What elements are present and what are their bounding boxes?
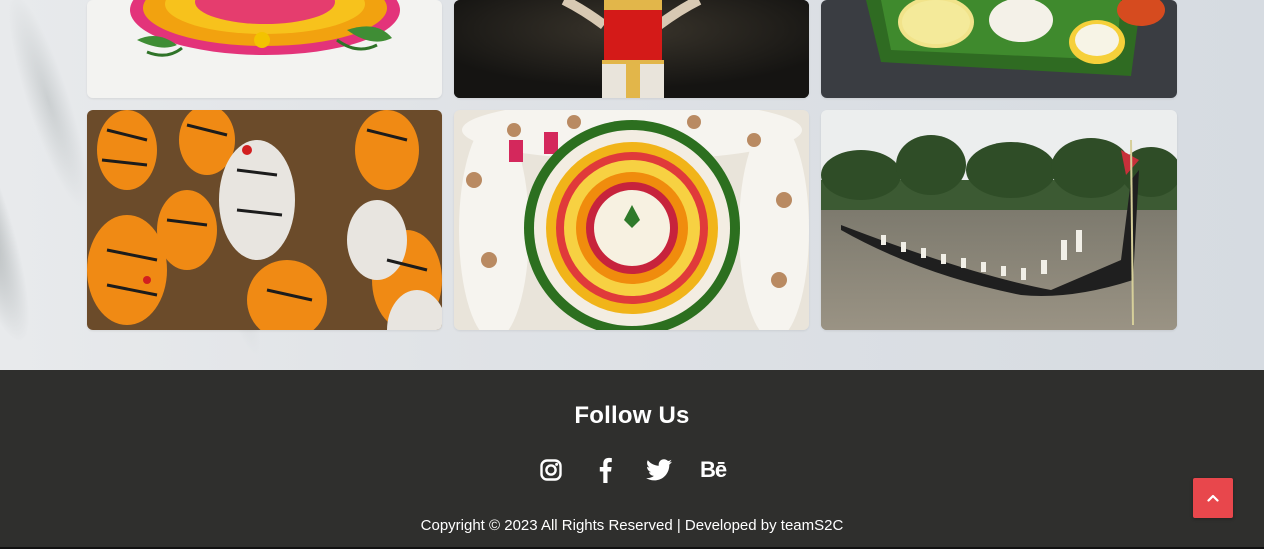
copyright-text: Copyright © 2023 All Rights Reserved | D… bbox=[420, 517, 844, 534]
footer: Follow Us Bē Copyright © 2023 All Rights… bbox=[0, 370, 1264, 549]
chevron-up-icon bbox=[1207, 494, 1219, 502]
instagram-icon bbox=[540, 459, 562, 481]
gallery-image-snake-boat[interactable] bbox=[821, 110, 1177, 330]
gallery-section bbox=[0, 0, 1264, 370]
behance-icon: Bē bbox=[699, 457, 727, 482]
gallery-image-kathakali[interactable] bbox=[454, 0, 809, 98]
gallery-image-pookalam[interactable] bbox=[87, 0, 442, 98]
twitter-icon bbox=[646, 459, 672, 481]
twitter-link[interactable] bbox=[645, 456, 673, 484]
facebook-link[interactable] bbox=[591, 456, 619, 484]
back-to-top-button[interactable] bbox=[1193, 478, 1233, 518]
gallery-image-sadya[interactable] bbox=[821, 0, 1177, 98]
instagram-link[interactable] bbox=[537, 456, 565, 484]
facebook-icon bbox=[599, 457, 612, 483]
gallery-image-pulikali[interactable] bbox=[87, 110, 442, 330]
gallery-image-pookalam-circle[interactable] bbox=[454, 110, 809, 330]
follow-us-title: Follow Us bbox=[574, 402, 690, 429]
behance-link[interactable]: Bē bbox=[699, 456, 727, 484]
social-links: Bē bbox=[0, 456, 1264, 484]
